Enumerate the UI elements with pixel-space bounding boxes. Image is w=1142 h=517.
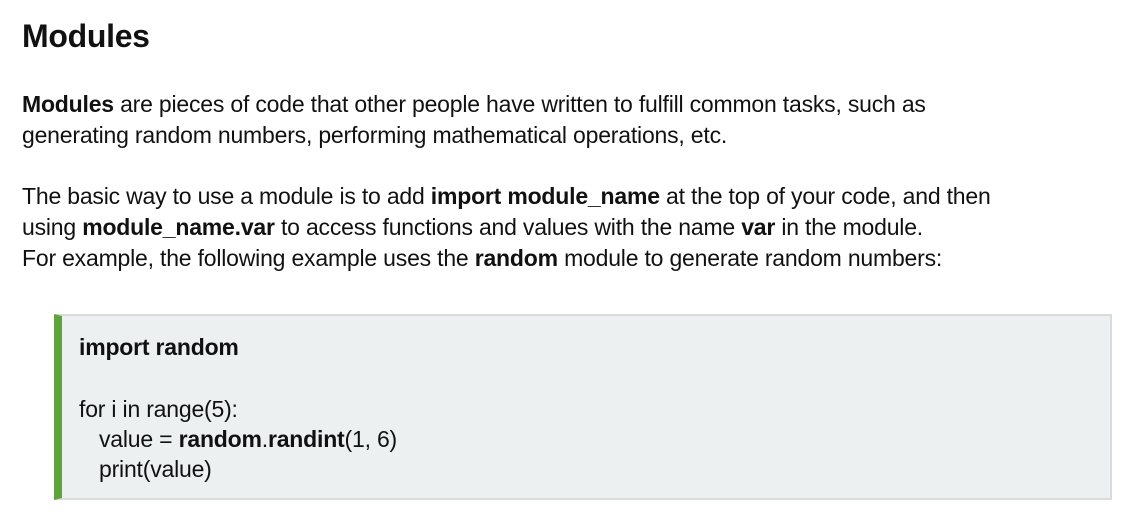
intro-line-2: generating random numbers, performing ma… <box>22 122 728 148</box>
modules-term: Modules <box>22 91 114 117</box>
usage-text: The basic way to use a module is to add <box>22 183 431 209</box>
code-module-name: random <box>178 426 262 452</box>
intro-line-1: Modules are pieces of code that other pe… <box>22 89 926 120</box>
code-function-name: randint <box>267 426 345 452</box>
code-example-block: import random for i in range(5): value =… <box>54 314 1112 500</box>
import-keyword-line: import random <box>79 334 239 360</box>
random-module-term: random <box>474 245 558 271</box>
usage-line-3: For example, the following example uses … <box>22 243 991 274</box>
usage-text: at the top of your code, and then <box>659 183 991 209</box>
usage-text: using <box>22 214 83 240</box>
code-text: value = <box>99 426 179 452</box>
code-line-assign: value = random.randint(1, 6) <box>99 424 397 454</box>
intro-paragraph: Modules are pieces of code that other pe… <box>22 89 926 151</box>
usage-text: in the module. <box>775 214 923 240</box>
code-line-for: for i in range(5): <box>79 396 238 422</box>
var-term: var <box>741 214 776 240</box>
import-statement: import module_name <box>430 183 660 209</box>
intro-text: are pieces of code that other people hav… <box>113 91 926 117</box>
usage-text: For example, the following example uses … <box>22 245 475 271</box>
code-line-print: print(value) <box>99 456 212 482</box>
code-text: (1, 6) <box>344 426 398 452</box>
page-title: Modules <box>22 18 150 54</box>
usage-paragraph: The basic way to use a module is to add … <box>22 181 991 274</box>
usage-text: to access functions and values with the … <box>274 214 742 240</box>
usage-line-2: using module_name.var to access function… <box>22 212 991 243</box>
code-line-import: import random <box>79 332 239 362</box>
usage-text: module to generate random numbers: <box>557 245 943 271</box>
module-var-expression: module_name.var <box>82 214 275 240</box>
usage-line-1: The basic way to use a module is to add … <box>22 181 991 212</box>
